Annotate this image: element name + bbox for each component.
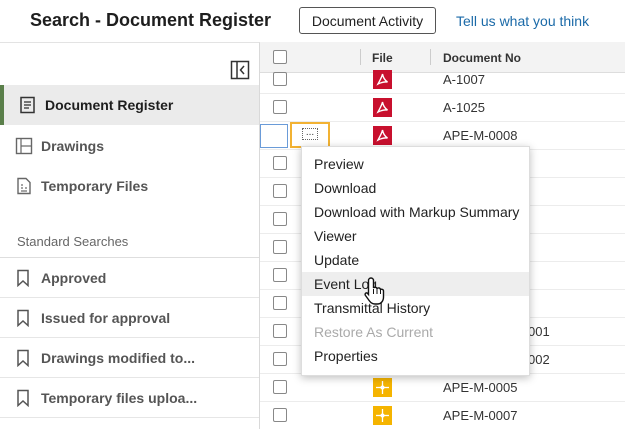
page-header: Search - Document Register Document Acti…: [0, 0, 625, 42]
nav-item-temporary-files[interactable]: Temporary Files: [0, 166, 259, 206]
row-checkbox[interactable]: [273, 240, 287, 254]
menu-item-preview[interactable]: Preview: [302, 152, 529, 176]
row-checkbox[interactable]: [273, 268, 287, 282]
document-number[interactable]: 002: [528, 352, 550, 367]
table-row[interactable]: APE-M-0005: [260, 374, 625, 402]
document-list-icon: [20, 96, 35, 114]
saved-search-label: Issued for approval: [41, 310, 171, 326]
row-context-menu: Preview Download Download with Markup Summ…: [301, 146, 530, 376]
row-checkbox[interactable]: [273, 408, 287, 422]
menu-item-event-log[interactable]: Event Log: [302, 272, 529, 296]
row-checkbox[interactable]: [273, 72, 287, 86]
row-checkbox[interactable]: [273, 212, 287, 226]
table-row[interactable]: APE-M-0007: [260, 402, 625, 429]
document-activity-button[interactable]: Document Activity: [299, 7, 436, 34]
row-checkbox[interactable]: [273, 324, 287, 338]
row-checkbox[interactable]: [273, 100, 287, 114]
column-divider: [360, 49, 361, 65]
menu-item-properties[interactable]: Properties: [302, 344, 529, 368]
drawing-file-icon[interactable]: [373, 406, 392, 425]
feedback-link[interactable]: Tell us what you think: [456, 13, 589, 29]
page-title: Search - Document Register: [30, 10, 272, 30]
row-checkbox[interactable]: [273, 352, 287, 366]
nav-label: Drawings: [41, 138, 105, 154]
drawing-file-icon[interactable]: [373, 378, 392, 397]
menu-item-transmittal-history[interactable]: Transmittal History: [302, 296, 529, 320]
saved-search-approved[interactable]: Approved: [0, 258, 259, 298]
menu-item-restore-as-current: Restore As Current: [314, 324, 434, 340]
bookmark-icon: [17, 269, 29, 287]
collapse-sidebar-icon[interactable]: [230, 60, 250, 80]
bookmark-icon: [17, 309, 29, 327]
saved-search-issued-for-approval[interactable]: Issued for approval: [0, 298, 259, 338]
sidebar: Document Register Drawings Temporary Fil…: [0, 42, 260, 429]
menu-item-download-with-markup-summary[interactable]: Download with Markup Summary: [302, 200, 529, 224]
more-options-button[interactable]: ...: [302, 128, 318, 140]
hand-cursor-icon: [364, 277, 385, 305]
row-checkbox[interactable]: [260, 124, 288, 148]
document-number[interactable]: APE-M-0007: [443, 408, 517, 423]
row-checkbox[interactable]: [273, 156, 287, 170]
document-number[interactable]: 001: [528, 324, 550, 339]
saved-search-temporary-files[interactable]: Temporary files uploa...: [0, 378, 259, 418]
saved-search-label: Temporary files uploa...: [41, 390, 198, 406]
nav-item-document-register[interactable]: Document Register: [0, 85, 259, 125]
row-checkbox[interactable]: [273, 184, 287, 198]
table-row[interactable]: A-1025: [260, 94, 625, 122]
table-row[interactable]: A-1007: [260, 66, 625, 94]
bookmark-icon: [17, 349, 29, 367]
row-checkbox[interactable]: [273, 380, 287, 394]
saved-search-label: Approved: [41, 270, 107, 286]
document-number[interactable]: A-1025: [443, 100, 485, 115]
nav-label: Document Register: [45, 97, 174, 113]
row-actions-highlight: ...: [290, 122, 330, 148]
select-all-checkbox[interactable]: [273, 50, 287, 64]
drawing-icon: [15, 137, 33, 155]
saved-search-label: Drawings modified to...: [41, 350, 196, 366]
pdf-file-icon[interactable]: [373, 126, 392, 145]
pdf-file-icon[interactable]: [373, 98, 392, 117]
menu-item-update[interactable]: Update: [302, 248, 529, 272]
standard-searches-heading: Standard Searches: [17, 234, 129, 249]
nav-label: Temporary Files: [41, 178, 149, 194]
bookmark-icon: [17, 389, 29, 407]
saved-search-drawings-modified[interactable]: Drawings modified to...: [0, 338, 259, 378]
column-header-file[interactable]: File: [372, 51, 393, 65]
temporary-file-icon: [17, 177, 31, 195]
menu-item-viewer[interactable]: Viewer: [302, 224, 529, 248]
menu-item-download[interactable]: Download: [302, 176, 529, 200]
row-checkbox[interactable]: [273, 296, 287, 310]
column-divider: [430, 49, 431, 65]
document-number[interactable]: APE-M-0005: [443, 380, 517, 395]
nav-item-drawings[interactable]: Drawings: [0, 126, 259, 166]
document-number[interactable]: APE-M-0008: [443, 128, 517, 143]
document-number[interactable]: A-1007: [443, 72, 485, 87]
column-header-document-no[interactable]: Document No: [443, 51, 521, 65]
pdf-file-icon[interactable]: [373, 70, 392, 89]
